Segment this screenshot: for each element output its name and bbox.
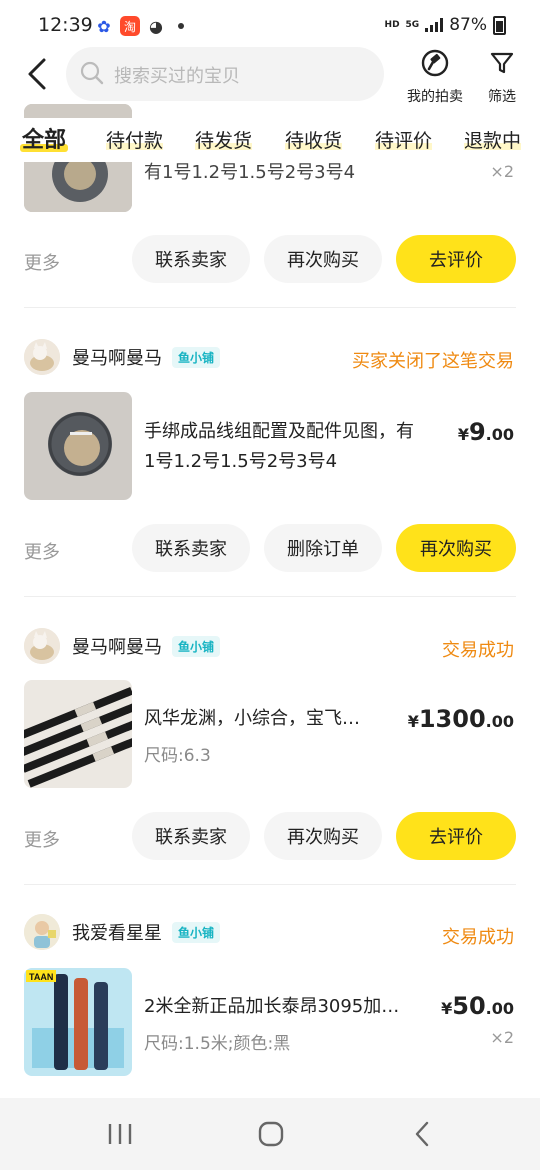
tab-pending-receipt[interactable]: 待收货 <box>285 126 343 153</box>
tab-label: 待评价 <box>375 130 433 152</box>
delete-order-button[interactable]: 删除订单 <box>264 524 382 572</box>
tab-label: 退款中 <box>464 130 522 152</box>
divider <box>24 307 516 308</box>
back-icon[interactable] <box>408 1120 438 1148</box>
shop-row[interactable]: 曼马啊曼马 鱼小铺 <box>24 628 221 664</box>
item-title-line: 1号1.2号1.5号2号3号4 <box>144 451 338 472</box>
price-integer: 9 <box>468 418 486 446</box>
product-image <box>24 392 132 500</box>
my-auction-label: 我的拍卖 <box>407 89 463 105</box>
divider <box>24 884 516 885</box>
price-currency: ¥ <box>441 999 453 1018</box>
taobao-icon: 淘 <box>120 16 140 36</box>
contact-seller-button[interactable]: 联系卖家 <box>132 524 250 572</box>
buy-again-button[interactable]: 再次购买 <box>396 524 516 572</box>
shop-name: 曼马啊曼马 <box>72 637 162 658</box>
item-price: ¥50.00 <box>441 992 514 1020</box>
divider <box>24 596 516 597</box>
shop-avatar <box>24 628 60 664</box>
search-icon <box>80 61 104 85</box>
tab-all[interactable]: 全部 <box>19 122 69 154</box>
price-integer: 50 <box>452 992 486 1020</box>
shop-name: 我爱看星星 <box>72 923 162 944</box>
order-status: 交易成功 <box>442 640 514 661</box>
shop-name: 曼马啊曼马 <box>72 348 162 369</box>
item-title[interactable]: 2米全新正品加长泰昂3095加… <box>144 992 399 1022</box>
notification-icons: ✿ 淘 ◕ <box>94 16 184 36</box>
auction-hammer-icon <box>421 49 449 77</box>
tab-pending-payment[interactable]: 待付款 <box>106 126 164 153</box>
order-status: 买家关闭了这笔交易 <box>352 351 514 372</box>
shop-badge: 鱼小铺 <box>172 346 221 368</box>
item-quantity: ×2 <box>490 1028 514 1047</box>
shop-row[interactable]: 曼马啊曼马 鱼小铺 <box>24 339 221 375</box>
filter-label: 筛选 <box>488 89 516 105</box>
buy-again-button[interactable]: 再次购买 <box>264 812 382 860</box>
item-title[interactable]: 有1号1.2号1.5号2号3号4 <box>144 158 355 188</box>
item-title-line: 手绑成品线组配置及配件见图，有 <box>144 421 414 442</box>
hd-indicator: HD <box>384 20 400 30</box>
baidu-icon: ✿ <box>94 16 114 36</box>
more-button[interactable]: 更多 <box>24 826 60 852</box>
filter-button[interactable]: 筛选 <box>480 48 524 106</box>
home-icon[interactable] <box>256 1120 286 1148</box>
product-image <box>24 680 132 788</box>
system-nav-bar <box>0 1098 540 1170</box>
item-price: ¥1300.00 <box>408 705 514 733</box>
more-button[interactable]: 更多 <box>24 538 60 564</box>
product-thumbnail[interactable] <box>24 392 132 500</box>
order-status: 交易成功 <box>442 927 514 948</box>
status-time: 12:39 <box>38 14 93 36</box>
thumb-brand-label: TAAN <box>29 972 53 982</box>
search-input[interactable]: 搜索买过的宝贝 <box>66 47 384 101</box>
item-spec: 尺码:1.5米;颜色:黑 <box>144 1034 291 1054</box>
price-integer: 1300 <box>418 705 486 733</box>
price-currency: ¥ <box>457 425 469 444</box>
shop-avatar <box>24 339 60 375</box>
5g-indicator: 5G <box>405 20 420 30</box>
product-thumbnail[interactable] <box>24 680 132 788</box>
recent-apps-icon[interactable] <box>104 1120 136 1148</box>
review-button[interactable]: 去评价 <box>396 235 516 283</box>
more-button[interactable]: 更多 <box>24 249 60 275</box>
price-currency: ¥ <box>407 712 419 731</box>
review-button[interactable]: 去评价 <box>396 812 516 860</box>
back-button[interactable] <box>18 54 58 94</box>
battery-percent: 87% <box>449 15 487 35</box>
price-decimal: .00 <box>485 712 514 731</box>
wechat-icon: ◕ <box>146 16 166 36</box>
shop-badge: 鱼小铺 <box>172 921 221 943</box>
my-auction-button[interactable]: 我的拍卖 <box>402 48 468 106</box>
item-title[interactable]: 手绑成品线组配置及配件见图，有 1号1.2号1.5号2号3号4 <box>144 417 414 477</box>
buy-again-button[interactable]: 再次购买 <box>264 235 382 283</box>
status-indicators: HD 5G 87% <box>385 15 506 35</box>
contact-seller-button[interactable]: 联系卖家 <box>132 812 250 860</box>
tab-label: 待发货 <box>195 130 253 152</box>
shop-badge: 鱼小铺 <box>172 635 221 657</box>
status-bar: 12:39 ✿ 淘 ◕ HD 5G 87% <box>0 0 540 52</box>
tab-pending-review[interactable]: 待评价 <box>375 126 433 153</box>
shop-row[interactable]: 我爱看星星 鱼小铺 <box>24 914 221 950</box>
back-arrow-icon <box>28 58 46 90</box>
tab-label: 待付款 <box>106 130 164 152</box>
contact-seller-button[interactable]: 联系卖家 <box>132 235 250 283</box>
search-placeholder: 搜索买过的宝贝 <box>114 66 240 87</box>
item-title[interactable]: 风华龙渊，小综合，宝飞… <box>144 704 360 734</box>
filter-icon <box>490 52 514 74</box>
tab-refund[interactable]: 退款中 <box>464 126 522 153</box>
order-tabs: 全部 待付款 待发货 待收货 待评价 退款中 <box>0 118 540 162</box>
item-spec: 尺码:6.3 <box>144 746 211 766</box>
price-decimal: .00 <box>485 999 514 1018</box>
tab-label: 待收货 <box>285 130 343 152</box>
battery-icon <box>493 15 506 35</box>
product-thumbnail[interactable]: TAAN <box>24 968 132 1076</box>
product-image: TAAN <box>24 968 132 1076</box>
price-decimal: .00 <box>485 425 514 444</box>
more-notifications-icon <box>178 23 184 29</box>
item-price: ¥9.00 <box>458 418 514 446</box>
item-quantity: ×2 <box>490 162 514 181</box>
tab-pending-shipment[interactable]: 待发货 <box>195 126 253 153</box>
signal-icon <box>425 18 444 32</box>
shop-avatar <box>24 914 60 950</box>
